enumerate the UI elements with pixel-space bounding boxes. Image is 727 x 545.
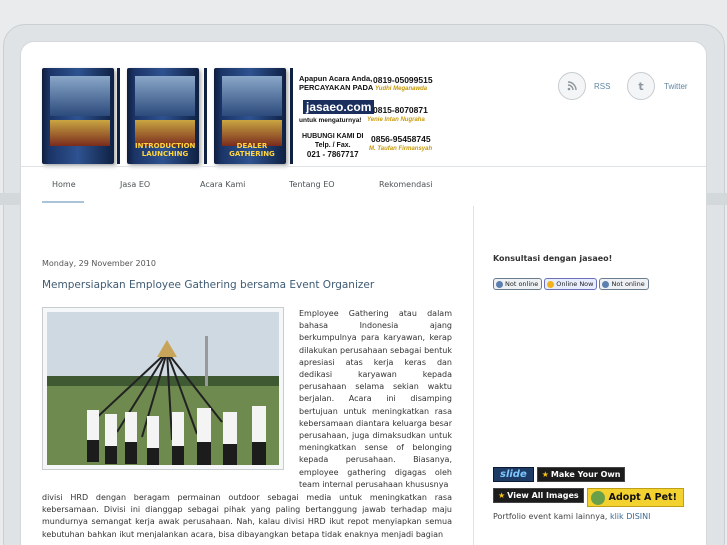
nav-jasa-eo[interactable]: Jasa EO	[120, 180, 150, 189]
portfolio-link[interactable]: klik DISINI	[610, 512, 651, 521]
post-body-bottom: divisi HRD dengan beragam permainan outd…	[42, 493, 452, 539]
contact-phone: 0815-8070871	[373, 105, 428, 115]
messenger-status-badge[interactable]: Not online	[599, 278, 649, 290]
star-icon: ★	[541, 470, 549, 479]
adopt-a-pet-button[interactable]: Adopt A Pet!	[586, 488, 684, 507]
contact-name: Yenie Intan Nugraha	[367, 117, 425, 123]
post-title[interactable]: Mempersiapkan Employee Gathering bersama…	[42, 279, 374, 291]
rss-icon	[558, 72, 586, 100]
make-your-own-button[interactable]: ★ Make Your Own	[536, 467, 626, 482]
messenger-status-row: Not online Online Now Not online	[493, 278, 649, 290]
twitter-label: Twitter	[664, 81, 688, 91]
dvd-cover-3: DEALER GATHERING	[214, 68, 286, 164]
slide-widget-row-1: slide ★ Make Your Own	[493, 467, 626, 482]
nav-acara-kami[interactable]: Acara Kami	[200, 180, 245, 189]
twitter-icon: t	[627, 72, 655, 100]
contact-phone: 0819-05099515	[373, 75, 433, 85]
dvd-cover-1	[42, 68, 114, 164]
view-all-images-button[interactable]: ★ View All Images	[493, 488, 584, 503]
jasaeo-logo: jasaeo.com	[303, 100, 375, 114]
messenger-status-badge[interactable]: Not online	[493, 278, 543, 290]
rss-link[interactable]: RSS	[558, 72, 610, 100]
post-date: Monday, 29 November 2010	[42, 259, 156, 268]
nav-tentang-eo[interactable]: Tentang EO	[289, 180, 335, 189]
messenger-status-badge[interactable]: Online Now	[544, 278, 598, 290]
column-divider	[473, 206, 474, 545]
header-banner[interactable]: INTRODUCTION LAUNCHING DEALER GATHERING …	[42, 66, 437, 166]
post-image[interactable]	[42, 307, 284, 470]
contact-name: M. Taufan Firmansyah	[369, 146, 433, 152]
sidebar-consult-title: Konsultasi dengan jasaeo!	[493, 254, 613, 263]
portfolio-text: Portfolio event kami lainnya, klik DISIN…	[493, 512, 651, 521]
banner-subtagline: untuk mengaturnya!	[299, 117, 362, 124]
slide-widget-row-2: ★ View All Images Adopt A Pet!	[493, 488, 684, 507]
dvd-cover-2: INTRODUCTION LAUNCHING	[127, 68, 199, 164]
banner-hotline: HUBUNGI KAMI DI Telp. / Fax. 021 - 78677…	[302, 133, 364, 159]
slide-logo-button[interactable]: slide	[493, 467, 534, 482]
post-body-top: Employee Gathering atau dalam bahasa Ind…	[299, 309, 452, 489]
blog-page: INTRODUCTION LAUNCHING DEALER GATHERING …	[20, 41, 707, 545]
contact-name: Yudhi Meganawda	[375, 86, 428, 92]
nav-rekomendasi[interactable]: Rekomendasi	[379, 180, 433, 189]
star-icon: ★	[498, 491, 506, 500]
twitter-link[interactable]: t Twitter	[627, 72, 688, 100]
paw-icon	[590, 490, 605, 505]
nav-active-indicator	[42, 201, 84, 203]
nav-home[interactable]: Home	[52, 180, 76, 189]
main-nav: Home Jasa EO Acara Kami Tentang EO Rekom…	[21, 166, 706, 203]
banner-tagline: Apapun Acara Anda, PERCAYAKAN PADA	[299, 74, 374, 92]
contact-phone: 0856-95458745	[371, 134, 431, 144]
rss-label: RSS	[594, 81, 611, 91]
